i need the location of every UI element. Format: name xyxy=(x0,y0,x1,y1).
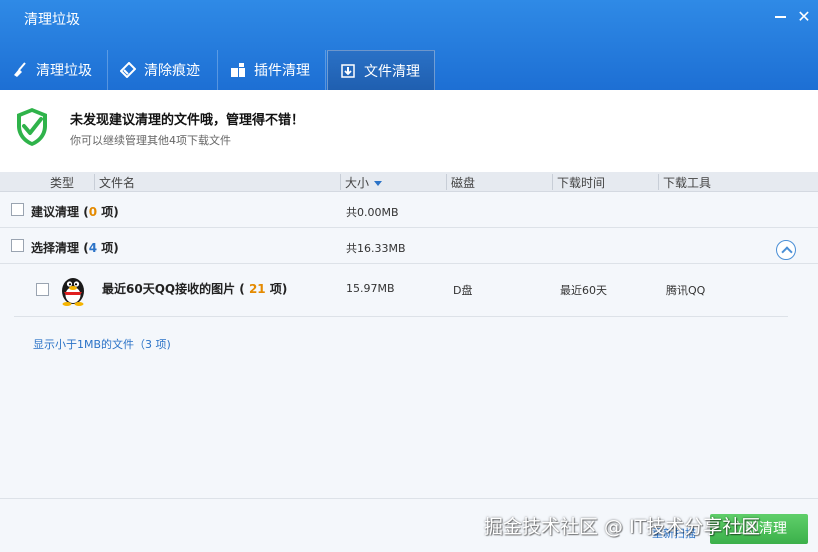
download-file-icon xyxy=(340,63,356,79)
group-size: 共16.33MB xyxy=(346,242,406,255)
group-row-selectable: 选择清理 (4 项) 共16.33MB xyxy=(0,228,818,264)
window-title: 清理垃圾 xyxy=(24,12,80,28)
group-count: 0 xyxy=(88,205,98,219)
qq-penguin-icon xyxy=(62,278,84,306)
tab-label: 文件清理 xyxy=(364,63,420,80)
column-size[interactable]: 大小 xyxy=(345,174,383,191)
column-size-label: 大小 xyxy=(345,176,370,190)
item-size: 15.97MB xyxy=(346,282,395,295)
column-time[interactable]: 下载时间 xyxy=(557,174,605,191)
column-separator xyxy=(94,174,95,190)
tab-bar: 清理垃圾 清除痕迹 插件清理 文件清理 xyxy=(0,50,818,90)
title-bar: 清理垃圾 ✕ xyxy=(0,0,818,36)
tab-label: 插件清理 xyxy=(254,63,310,79)
item-count-suffix: 项) xyxy=(265,282,288,296)
tab-label: 清理垃圾 xyxy=(36,63,92,79)
item-disk: D盘 xyxy=(453,284,473,297)
item-checkbox[interactable] xyxy=(36,283,49,296)
collapse-group-button[interactable] xyxy=(776,240,796,260)
sort-desc-icon xyxy=(374,181,383,186)
column-separator xyxy=(446,174,447,190)
tab-clean-junk[interactable]: 清理垃圾 xyxy=(0,50,108,90)
status-subtitle: 你可以继续管理其他4项下载文件 xyxy=(70,134,231,147)
item-count: 21 xyxy=(248,282,266,296)
minimize-button[interactable] xyxy=(772,8,790,26)
item-name-text: 最近60天QQ接收的图片 xyxy=(102,282,236,296)
tab-file-clean[interactable]: 文件清理 xyxy=(327,50,435,90)
group-size: 共0.00MB xyxy=(346,206,399,219)
puzzle-icon xyxy=(230,62,246,78)
window-chrome: 清理垃圾 ✕ 清理垃圾 清除痕迹 插件清理 文件清理 xyxy=(0,0,818,90)
show-small-files-link[interactable]: 显示小于1MB的文件（3 项) xyxy=(33,336,171,352)
group-label-selectable: 选择清理 (4 项) xyxy=(31,239,119,256)
group-checkbox-suggested[interactable] xyxy=(11,203,24,216)
tab-clear-traces[interactable]: 清除痕迹 xyxy=(108,50,218,90)
column-separator xyxy=(658,174,659,190)
column-type[interactable]: 类型 xyxy=(50,174,74,191)
status-title: 未发现建议清理的文件哦，管理得不错！ xyxy=(70,113,305,128)
item-open-paren: ( xyxy=(235,282,249,296)
row-divider xyxy=(14,316,788,317)
status-banner: 未发现建议清理的文件哦，管理得不错！ 你可以继续管理其他4项下载文件 xyxy=(0,90,818,172)
column-disk[interactable]: 磁盘 xyxy=(451,174,475,191)
column-filename[interactable]: 文件名 xyxy=(99,174,135,191)
column-tool[interactable]: 下载工具 xyxy=(663,174,711,191)
column-header: 类型 文件名 大小 磁盘 下载时间 下载工具 xyxy=(0,172,818,192)
group-open-paren: ( xyxy=(79,205,89,219)
group-count-suffix: 项) xyxy=(97,241,119,255)
broom-icon xyxy=(12,62,28,78)
group-label-suggested: 建议清理 (0 项) xyxy=(31,203,119,220)
group-label-text: 选择清理 xyxy=(31,241,80,255)
column-separator xyxy=(340,174,341,190)
group-checkbox-selectable[interactable] xyxy=(11,239,24,252)
close-button[interactable]: ✕ xyxy=(795,8,813,26)
group-count-suffix: 项) xyxy=(97,205,119,219)
tab-label: 清除痕迹 xyxy=(144,63,200,79)
group-label-text: 建议清理 xyxy=(31,205,80,219)
group-open-paren: ( xyxy=(79,241,89,255)
item-tool: 腾讯QQ xyxy=(666,284,706,297)
watermark: 掘金技术社区 @ IT技术分享社区 xyxy=(484,516,761,538)
group-row-suggested: 建议清理 (0 项) 共0.00MB xyxy=(0,192,818,228)
shield-check-icon xyxy=(17,108,47,146)
group-count: 4 xyxy=(88,241,98,255)
eraser-icon xyxy=(119,61,137,79)
item-time: 最近60天 xyxy=(560,284,607,297)
column-separator xyxy=(552,174,553,190)
list-item[interactable]: 最近60天QQ接收的图片 ( 21 项) 15.97MB D盘 最近60天 腾讯… xyxy=(0,264,818,316)
item-name: 最近60天QQ接收的图片 ( 21 项) xyxy=(102,280,287,297)
tab-plugin-clean[interactable]: 插件清理 xyxy=(218,50,326,90)
